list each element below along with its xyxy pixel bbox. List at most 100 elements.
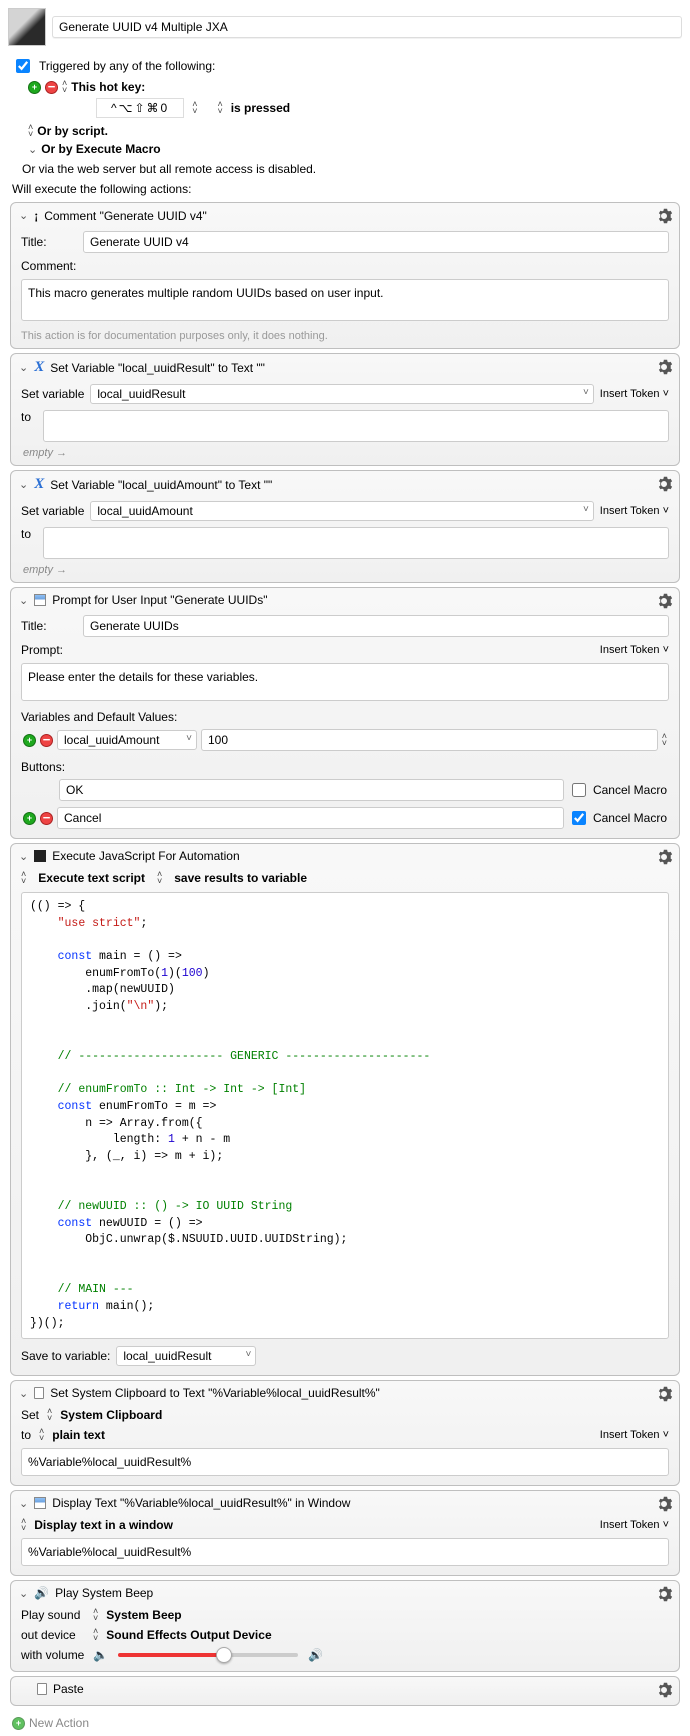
title-input[interactable] bbox=[83, 615, 669, 637]
var-type-stepper[interactable]: ˄˅ bbox=[662, 733, 667, 747]
result-mode-stepper[interactable]: ˄˅ bbox=[157, 871, 162, 885]
display-textarea[interactable]: %Variable%local_uuidResult% bbox=[21, 1538, 669, 1566]
or-via-web: Or via the web server but all remote acc… bbox=[0, 158, 690, 180]
add-action-icon[interactable]: + bbox=[12, 1717, 25, 1730]
action-prompt: ⌄ Prompt for User Input "Generate UUIDs"… bbox=[10, 587, 680, 839]
ok-cancelmacro-checkbox[interactable] bbox=[572, 783, 586, 797]
insert-token[interactable]: Insert Token ˅ bbox=[600, 505, 669, 517]
gear-icon[interactable] bbox=[655, 1681, 673, 1699]
hotkey-field[interactable]: ^⌥⇧⌘0 bbox=[96, 98, 184, 118]
code-editor[interactable]: (() => { "use strict"; const main = () =… bbox=[21, 892, 669, 1339]
disclose-icon[interactable]: ⌄ bbox=[19, 1497, 28, 1510]
device-stepper[interactable]: ˄˅ bbox=[93, 1628, 98, 1642]
gear-icon[interactable] bbox=[655, 358, 673, 376]
device-name: Sound Effects Output Device bbox=[106, 1628, 271, 1642]
hotkey-suffix: is pressed bbox=[231, 101, 290, 115]
title-label: Title: bbox=[21, 235, 77, 249]
dialog-icon bbox=[34, 594, 46, 606]
gear-icon[interactable] bbox=[655, 1385, 673, 1403]
out-label: out device bbox=[21, 1628, 85, 1642]
disclose-icon[interactable]: ⌄ bbox=[19, 850, 28, 863]
remove-trigger-icon[interactable]: − bbox=[45, 81, 58, 94]
trigger-stepper[interactable]: ˄˅ bbox=[62, 80, 67, 94]
insert-token[interactable]: Insert Token ˅ bbox=[600, 1519, 669, 1531]
prompt-label: Prompt: bbox=[21, 643, 77, 657]
new-action-label[interactable]: New Action bbox=[29, 1716, 89, 1730]
script-mode-stepper[interactable]: ˄˅ bbox=[21, 871, 26, 885]
cancel-macro-label: Cancel Macro bbox=[593, 783, 667, 797]
save-var-select[interactable]: local_uuidResult bbox=[116, 1346, 256, 1366]
plain-text: plain text bbox=[52, 1428, 105, 1442]
disclose-icon[interactable]: ⌄ bbox=[19, 478, 28, 491]
hotkey-stepper-1[interactable]: ˄˅ bbox=[192, 101, 197, 115]
gear-icon[interactable] bbox=[655, 207, 673, 225]
remove-var-icon[interactable]: − bbox=[40, 734, 53, 747]
display-opt: Display text in a window bbox=[34, 1518, 173, 1532]
gear-icon[interactable] bbox=[655, 475, 673, 493]
add-button-icon[interactable]: + bbox=[23, 812, 36, 825]
disclose-icon[interactable]: ⌄ bbox=[19, 209, 28, 222]
add-trigger-icon[interactable]: + bbox=[28, 81, 41, 94]
comment-label: Comment: bbox=[21, 259, 77, 273]
value-textarea[interactable] bbox=[43, 527, 669, 559]
sound-stepper[interactable]: ˄˅ bbox=[93, 1608, 98, 1622]
volume-slider[interactable] bbox=[118, 1653, 298, 1657]
comment-textarea[interactable]: This macro generates multiple random UUI… bbox=[21, 279, 669, 321]
gear-icon[interactable] bbox=[655, 1585, 673, 1603]
remove-button-icon[interactable]: − bbox=[40, 812, 53, 825]
clipboard-stepper[interactable]: ˄˅ bbox=[47, 1408, 52, 1422]
set-variable-label: Set variable bbox=[21, 504, 84, 518]
action-beep: ⌄ 🔊 Play System Beep Play sound ˄˅ Syste… bbox=[10, 1580, 680, 1672]
or-by-exec-macro: Or by Execute Macro bbox=[41, 142, 160, 156]
macro-icon[interactable] bbox=[8, 8, 46, 46]
var-name-select[interactable]: local_uuidAmount bbox=[57, 730, 197, 750]
vars-label: Variables and Default Values: bbox=[11, 704, 679, 726]
variable-select[interactable]: local_uuidResult bbox=[90, 384, 593, 404]
insert-token[interactable]: Insert Token ˅ bbox=[600, 1429, 669, 1441]
play-label: Play sound bbox=[21, 1608, 85, 1622]
disclose-icon[interactable]: ⌄ bbox=[19, 594, 28, 607]
hotkey-stepper-2[interactable]: ˄˅ bbox=[217, 101, 222, 115]
disclose-icon[interactable]: ⌄ bbox=[19, 1387, 28, 1400]
disclose-icon[interactable]: ⌄ bbox=[19, 1587, 28, 1600]
prompt-textarea[interactable]: Please enter the details for these varia… bbox=[21, 663, 669, 701]
save-label: Save to variable: bbox=[21, 1349, 110, 1363]
action-set-variable-1: ⌄ X Set Variable "local_uuidResult" to T… bbox=[10, 353, 680, 466]
sound-name: System Beep bbox=[106, 1608, 181, 1622]
triggered-label: Triggered by any of the following: bbox=[39, 59, 215, 73]
title-input[interactable] bbox=[83, 231, 669, 253]
value-textarea[interactable] bbox=[43, 410, 669, 442]
btn-ok-input[interactable] bbox=[59, 779, 564, 801]
disclose-icon[interactable]: ⌄ bbox=[19, 361, 28, 374]
insert-token[interactable]: Insert Token ˅ bbox=[600, 644, 669, 656]
gear-icon[interactable] bbox=[655, 592, 673, 610]
exec-macro-disclose[interactable]: ⌄ bbox=[28, 143, 37, 156]
comment-icon: ¡ bbox=[34, 208, 38, 223]
variable-icon: X bbox=[34, 476, 44, 493]
add-var-icon[interactable]: + bbox=[23, 734, 36, 747]
display-mode-stepper[interactable]: ˄˅ bbox=[21, 1518, 26, 1532]
action-header-text: Comment "Generate UUID v4" bbox=[44, 209, 207, 223]
clipboard-textarea[interactable]: %Variable%local_uuidResult% bbox=[21, 1448, 669, 1476]
exec-opt: Execute text script bbox=[38, 871, 145, 885]
save-opt: save results to variable bbox=[174, 871, 307, 885]
sound-icon: 🔊 bbox=[34, 1586, 49, 1600]
action-clipboard: ⌄ Set System Clipboard to Text "%Variabl… bbox=[10, 1380, 680, 1486]
macro-title-input[interactable] bbox=[52, 16, 682, 38]
set-label: Set bbox=[21, 1408, 39, 1422]
script-stepper[interactable]: ˄˅ bbox=[28, 124, 33, 138]
insert-token[interactable]: Insert Token ˅ bbox=[600, 388, 669, 400]
empty-indicator: empty → bbox=[11, 562, 679, 576]
to-label: to bbox=[21, 1428, 31, 1442]
format-stepper[interactable]: ˄˅ bbox=[39, 1428, 44, 1442]
clipboard-icon bbox=[34, 1387, 44, 1399]
will-execute-label: Will execute the following actions: bbox=[0, 180, 690, 198]
cancel-cancelmacro-checkbox[interactable] bbox=[572, 811, 586, 825]
triggered-checkbox[interactable] bbox=[16, 59, 30, 73]
var-default-input[interactable] bbox=[201, 729, 658, 751]
gear-icon[interactable] bbox=[655, 1495, 673, 1513]
btn-cancel-input[interactable] bbox=[57, 807, 564, 829]
action-header-text: Set Variable "local_uuidResult" to Text … bbox=[50, 361, 265, 375]
variable-select[interactable]: local_uuidAmount bbox=[90, 501, 593, 521]
gear-icon[interactable] bbox=[655, 848, 673, 866]
